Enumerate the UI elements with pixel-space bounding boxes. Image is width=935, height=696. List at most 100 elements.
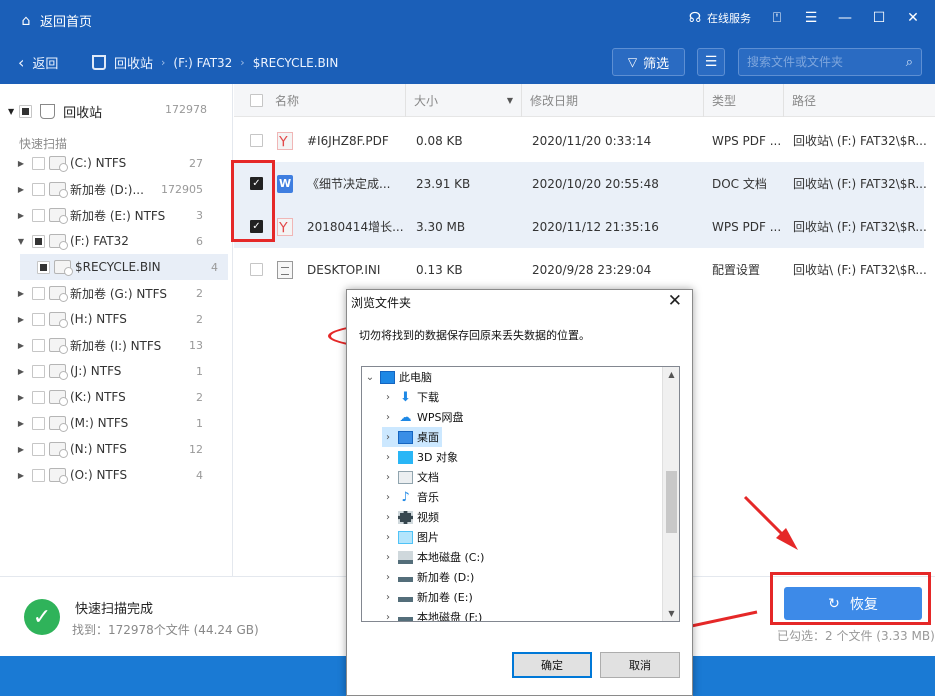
expand-arrow-icon[interactable]: ▶ [16,159,26,168]
expand-arrow-icon[interactable]: ▶ [16,289,26,298]
tree-item-j[interactable]: ▶ (J:) NTFS 1 [0,358,233,384]
folder-node[interactable]: › ⬇ 下载 [382,387,439,407]
folder-node[interactable]: › 新加卷 (E:) [382,587,473,607]
tree-checkbox[interactable] [32,442,45,456]
search-icon[interactable]: ⌕ [906,55,913,70]
scroll-thumb[interactable] [666,471,677,533]
column-header-size[interactable]: 大小 ▼ [406,84,522,117]
table-row[interactable]: #I6JHZ8F.PDF 0.08 KB 2020/11/20 0:33:14 … [234,119,927,162]
tree-checkbox[interactable] [32,312,45,326]
tree-item-e[interactable]: ▶ 新加卷 (E:) NTFS 3 [0,202,233,228]
expand-arrow-icon[interactable]: ▶ [16,341,26,350]
tree-item-o[interactable]: ▶ (O:) NTFS 4 [0,462,233,488]
chevron-right-icon[interactable]: › [382,412,394,423]
view-menu-button[interactable]: ☰ [697,48,725,76]
tree-item-f[interactable]: ▼ (F:) FAT32 6 [0,228,233,254]
tree-root-recycle-bin[interactable]: ▼ 回收站 172978 [8,102,207,121]
folder-node[interactable]: ⌄ 此电脑 [364,367,432,387]
scroll-up-icon[interactable]: ▲ [663,370,679,379]
online-service-button[interactable]: ☊ 在线服务 [687,10,751,26]
select-all-checkbox[interactable] [250,94,263,107]
table-row[interactable]: DESKTOP.INI 0.13 KB 2020/9/28 23:29:04 配… [234,248,927,291]
breadcrumb-item[interactable]: 回收站 [114,53,153,72]
tree-item-g[interactable]: ▶ 新加卷 (G:) NTFS 2 [0,280,233,306]
tree-checkbox[interactable] [32,390,45,404]
chevron-right-icon[interactable]: › [382,512,394,523]
row-checkbox[interactable] [250,263,263,276]
chevron-right-icon[interactable]: › [382,392,394,403]
expand-arrow-icon[interactable]: ▶ [16,445,26,454]
tree-checkbox[interactable] [37,260,50,274]
tree-item-d[interactable]: ▶ 新加卷 (D:)... 172905 [0,176,233,202]
chevron-right-icon[interactable]: › [382,572,394,583]
expand-arrow-icon[interactable]: ▶ [16,211,26,220]
folder-node[interactable]: › 新加卷 (D:) [382,567,474,587]
chevron-right-icon[interactable]: › [382,472,394,483]
tree-checkbox[interactable] [32,416,45,430]
tree-item-n[interactable]: ▶ (N:) NTFS 12 [0,436,233,462]
filter-button[interactable]: ▽ 筛选 [612,48,685,76]
menu-icon[interactable]: ☰ [803,10,819,26]
tree-checkbox[interactable] [32,286,45,300]
dialog-close-icon[interactable]: ✕ [668,291,682,311]
column-header-type[interactable]: 类型 [704,84,784,117]
table-row[interactable]: ✓ 《细节决定成... 23.91 KB 2020/10/20 20:55:48… [234,162,927,205]
folder-node[interactable]: › 3D 对象 [382,447,458,467]
chevron-down-icon[interactable]: ⌄ [364,372,376,383]
maximize-icon[interactable]: ☐ [871,10,887,26]
tree-checkbox[interactable] [32,182,45,196]
chevron-right-icon[interactable]: › [382,552,394,563]
expand-arrow-icon[interactable]: ▶ [16,393,26,402]
chevron-right-icon[interactable]: › [382,452,394,463]
tree-item-m[interactable]: ▶ (M:) NTFS 1 [0,410,233,436]
tree-checkbox[interactable] [32,156,45,170]
back-button[interactable]: ‹ 返回 [18,53,58,72]
search-input[interactable] [747,55,897,69]
tree-checkbox[interactable] [19,105,33,118]
tree-item-h[interactable]: ▶ (H:) NTFS 2 [0,306,233,332]
breadcrumb-item[interactable]: (F:) FAT32 [173,56,232,70]
tree-checkbox[interactable] [32,468,45,482]
expand-arrow-icon[interactable]: ▶ [16,471,26,480]
collapse-arrow-icon[interactable]: ▼ [8,107,14,116]
column-header-path[interactable]: 路径 [784,84,935,117]
tree-item-c[interactable]: ▶ (C:) NTFS 27 [0,150,233,176]
ok-button[interactable]: 确定 [512,652,592,678]
chevron-right-icon[interactable]: › [382,532,394,543]
collapse-arrow-icon[interactable]: ▼ [16,237,26,246]
cancel-button[interactable]: 取消 [600,652,680,678]
tree-item-recycle-bin-folder[interactable]: $RECYCLE.BIN 4 [20,254,228,280]
expand-arrow-icon[interactable]: ▶ [16,185,26,194]
folder-node[interactable]: › 本地磁盘 (F:) [382,607,482,622]
breadcrumb-item[interactable]: $RECYCLE.BIN [253,56,339,70]
scroll-down-icon[interactable]: ▼ [663,609,679,618]
folder-node[interactable]: › 文档 [382,467,439,487]
column-header-date[interactable]: 修改日期 [522,84,704,117]
expand-arrow-icon[interactable]: ▶ [16,367,26,376]
folder-tree-scrollbar[interactable]: ▲ ▼ [662,367,679,621]
folder-node[interactable]: › 桌面 [382,427,442,447]
folder-node[interactable]: › 视频 [382,507,439,527]
folder-tree[interactable]: ⌄ 此电脑 › ⬇ 下载 › ☁ WPS网盘 › 桌面 › 3D 对象 › 文档 [361,366,680,622]
tree-item-i[interactable]: ▶ 新加卷 (I:) NTFS 13 [0,332,233,358]
chevron-right-icon[interactable]: › [382,492,394,503]
folder-node[interactable]: › ♪ 音乐 [382,487,439,507]
feedback-icon[interactable]: ⍞ [769,10,785,26]
folder-node[interactable]: › 本地磁盘 (C:) [382,547,484,567]
home-link[interactable]: ⌂ 返回首页 [18,11,92,31]
expand-arrow-icon[interactable]: ▶ [16,419,26,428]
folder-node[interactable]: › ☁ WPS网盘 [382,407,464,427]
tree-item-k[interactable]: ▶ (K:) NTFS 2 [0,384,233,410]
close-icon[interactable]: ✕ [905,10,921,26]
folder-node[interactable]: › 图片 [382,527,439,547]
chevron-right-icon[interactable]: › [382,612,394,622]
tree-checkbox[interactable] [32,364,45,378]
tree-checkbox[interactable] [32,208,45,222]
row-checkbox[interactable] [250,134,263,147]
chevron-right-icon[interactable]: › [382,432,394,443]
chevron-right-icon[interactable]: › [382,592,394,603]
minimize-icon[interactable]: — [837,10,853,26]
tree-checkbox[interactable] [32,338,45,352]
expand-arrow-icon[interactable]: ▶ [16,315,26,324]
column-header-name[interactable]: 名称 [234,84,406,117]
